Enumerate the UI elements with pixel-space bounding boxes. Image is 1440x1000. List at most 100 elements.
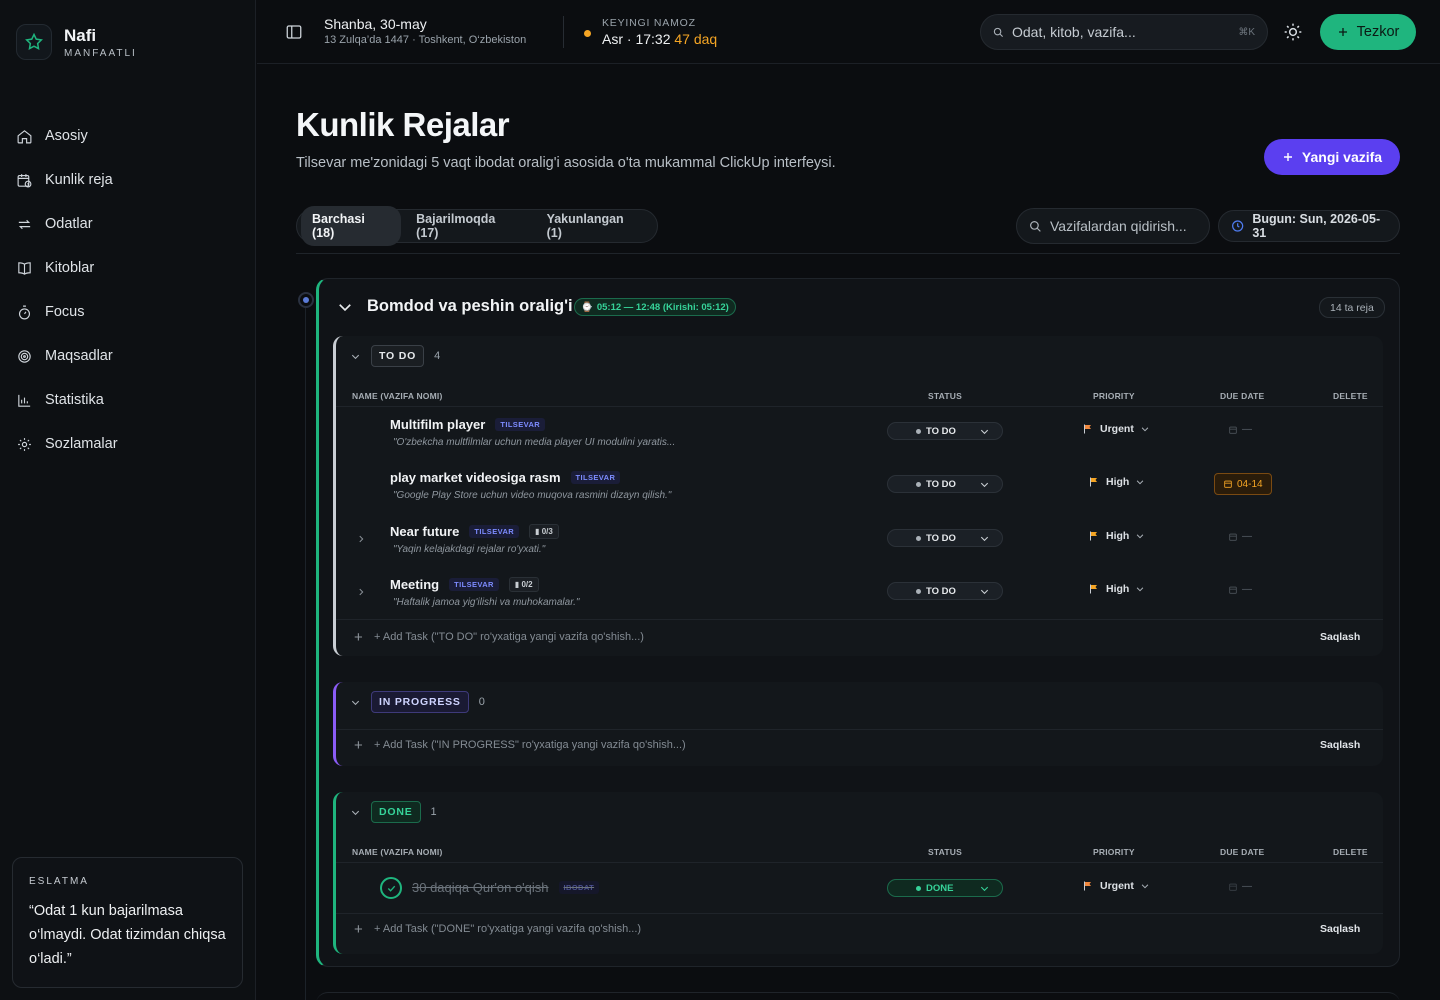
sidebar-item-statistika[interactable]: Statistika — [8, 378, 248, 422]
table-row[interactable]: play market videosiga rasm TILSEVAR "Goo… — [336, 460, 1383, 513]
sidebar-item-odatlar[interactable]: Odatlar — [8, 202, 248, 246]
task-name[interactable]: Near future TILSEVAR ▮ 0/3 — [390, 524, 559, 539]
priority-select[interactable]: High — [1088, 530, 1145, 542]
status-badge: TO DO — [371, 345, 425, 367]
divider — [563, 16, 564, 48]
priority-select[interactable]: High — [1088, 476, 1145, 488]
chevron-down-icon[interactable] — [350, 807, 361, 818]
priority-select[interactable]: Urgent — [1082, 880, 1150, 892]
current-date: Shanba, 30-may — [324, 16, 427, 32]
task-title: Near future — [390, 524, 460, 539]
sidebar: Nafi MANFAATLI Asosiy Kunlik reja Odatla… — [0, 0, 256, 1000]
add-task-input[interactable]: + Add Task ("TO DO" ro'yxatiga yangi vaz… — [374, 631, 644, 643]
period-task-count: 14 ta reja — [1319, 297, 1385, 318]
add-task-row[interactable]: + + Add Task ("DONE" ro'yxatiga yangi va… — [336, 912, 1383, 948]
target-icon — [18, 349, 31, 363]
due-date[interactable]: — — [1228, 531, 1252, 542]
book-icon — [18, 261, 31, 275]
sidebar-item-asosiy[interactable]: Asosiy — [8, 114, 248, 158]
table-row[interactable]: Meeting TILSEVAR ▮ 0/2 "Haftalik jamoa y… — [336, 567, 1383, 620]
priority-select[interactable]: High — [1088, 583, 1145, 595]
due-date-value: — — [1242, 584, 1252, 595]
task-name[interactable]: play market videosiga rasm TILSEVAR — [390, 470, 621, 485]
status-select[interactable]: TO DO — [887, 422, 1003, 440]
save-button[interactable]: Saqlash — [1320, 739, 1360, 751]
add-task-input[interactable]: + Add Task ("IN PROGRESS" ro'yxatiga yan… — [374, 739, 686, 751]
col-priority: PRIORITY — [1093, 391, 1135, 401]
chevron-down-icon — [980, 589, 989, 595]
add-task-row[interactable]: + + Add Task ("TO DO" ro'yxatiga yangi v… — [336, 620, 1383, 656]
add-task-row[interactable]: + + Add Task ("IN PROGRESS" ro'yxatiga y… — [336, 728, 1383, 764]
clock-icon: ⌚ — [581, 301, 593, 313]
sidebar-item-kitoblar[interactable]: Kitoblar — [8, 246, 248, 290]
reminder-quote: “Odat 1 kun bajarilmasa o‘lmaydi. Odat t… — [29, 903, 226, 967]
table-row[interactable]: Near future TILSEVAR ▮ 0/3 "Yaqin kelaja… — [336, 514, 1383, 567]
hijri-date-location: 13 Zulqa’da 1447 · Toshkent, O‘zbekiston — [324, 34, 527, 46]
chevron-down-icon[interactable] — [350, 697, 361, 708]
table-header: NAME (VAZIFA NOMI) STATUS PRIORITY DUE D… — [336, 843, 1383, 861]
chevron-right-icon[interactable] — [356, 534, 366, 544]
new-task-button[interactable]: Yangi vazifa — [1264, 139, 1400, 175]
chevron-right-icon[interactable] — [356, 587, 366, 597]
due-date[interactable]: — — [1228, 584, 1252, 595]
brand[interactable]: Nafi MANFAATLI — [16, 24, 137, 60]
due-date-value: — — [1242, 881, 1252, 892]
sidebar-toggle-icon[interactable] — [285, 23, 303, 41]
table-row[interactable]: Multifilm player TILSEVAR "O'zbekcha mul… — [336, 407, 1383, 460]
task-search-input[interactable]: Vazifalardan qidirish... — [1016, 208, 1210, 244]
status-select[interactable]: DONE — [887, 879, 1003, 897]
check-circle-icon[interactable] — [380, 877, 402, 899]
task-description: "Yaqin kelajakdagi rejalar ro'yxati." — [393, 544, 546, 555]
status-select[interactable]: TO DO — [887, 582, 1003, 600]
quick-add-button[interactable]: Tezkor — [1320, 14, 1416, 50]
save-button[interactable]: Saqlash — [1320, 923, 1360, 935]
group-header[interactable]: DONE 1 — [350, 801, 437, 823]
due-date[interactable]: — — [1228, 881, 1252, 892]
today-date-button[interactable]: Bugun: Sun, 2026-05-31 — [1218, 210, 1400, 242]
flag-icon — [1090, 477, 1097, 487]
due-date[interactable]: 04-14 — [1214, 473, 1272, 495]
task-name[interactable]: Multifilm player TILSEVAR — [390, 417, 546, 432]
due-date-value: — — [1242, 424, 1252, 435]
tab-all[interactable]: Barchasi (18) — [301, 206, 402, 246]
plus-icon — [1338, 28, 1347, 36]
task-description: "Google Play Store uchun video muqova ra… — [393, 490, 672, 501]
gear-icon — [18, 437, 31, 451]
status-select[interactable]: TO DO — [887, 475, 1003, 493]
col-due-date: DUE DATE — [1220, 847, 1265, 857]
calendar-icon — [1229, 533, 1237, 541]
status-group-done: DONE 1 NAME (VAZIFA NOMI) STATUS PRIORIT… — [333, 792, 1383, 954]
chevron-down-icon[interactable] — [350, 351, 361, 362]
today-date-label: Bugun: Sun, 2026-05-31 — [1252, 212, 1381, 240]
save-button[interactable]: Saqlash — [1320, 631, 1360, 643]
sun-icon[interactable] — [1283, 22, 1303, 42]
tab-in-progress[interactable]: Bajarilmoqda (17) — [405, 206, 531, 246]
task-name[interactable]: Meeting TILSEVAR ▮ 0/2 — [390, 577, 539, 592]
quick-add-label: Tezkor — [1356, 24, 1400, 40]
chevron-down-icon — [1137, 587, 1144, 592]
sidebar-item-maqsadlar[interactable]: Maqsadlar — [8, 334, 248, 378]
repeat-icon — [18, 219, 31, 229]
sidebar-item-kunlik-reja[interactable]: Kunlik reja — [8, 158, 248, 202]
due-date[interactable]: — — [1228, 424, 1252, 435]
priority-select[interactable]: Urgent — [1082, 423, 1150, 435]
group-header[interactable]: TO DO 4 — [350, 345, 440, 367]
chevron-down-icon[interactable] — [336, 298, 354, 316]
next-prayer-remaining: 47 daq — [674, 31, 718, 47]
chevron-down-icon — [1141, 427, 1149, 432]
table-header: NAME (VAZIFA NOMI) STATUS PRIORITY DUE D… — [336, 387, 1383, 405]
subtask-count-value: 0/2 — [521, 580, 533, 589]
group-header[interactable]: IN PROGRESS 0 — [350, 691, 485, 713]
status-select[interactable]: TO DO — [887, 529, 1003, 547]
add-task-input[interactable]: + Add Task ("DONE" ro'yxatiga yangi vazi… — [374, 923, 641, 935]
sidebar-item-label: Kunlik reja — [45, 172, 113, 188]
table-row[interactable]: 30 daqiqa Qur'on o'qish IBODAT DONE Urge… — [336, 863, 1383, 913]
global-search-input[interactable]: Odat, kitob, vazifa... ⌘K — [980, 14, 1268, 50]
period-time-badge: ⌚ 05:12 — 12:48 (Kirishi: 05:12) — [574, 298, 736, 316]
task-title: play market videosiga rasm — [390, 470, 561, 485]
tab-completed[interactable]: Yakunlangan (1) — [536, 206, 653, 246]
priority-label: High — [1106, 583, 1130, 595]
sidebar-item-focus[interactable]: Focus — [8, 290, 248, 334]
task-name[interactable]: 30 daqiqa Qur'on o'qish IBODAT — [412, 880, 600, 895]
sidebar-item-sozlamalar[interactable]: Sozlamalar — [8, 422, 248, 466]
